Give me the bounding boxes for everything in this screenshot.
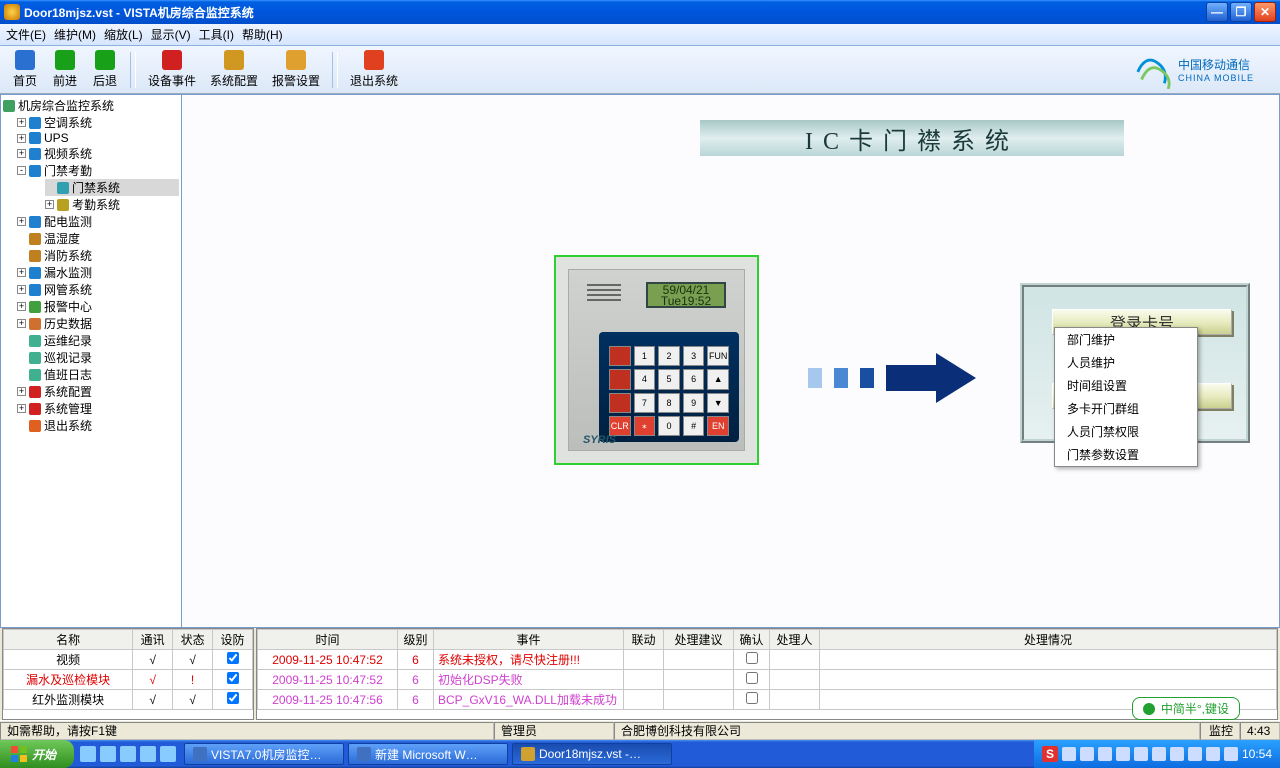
context-menu-item[interactable]: 部门维护: [1055, 328, 1197, 351]
status-company: 合肥博创科技有限公司: [614, 722, 1200, 740]
china-mobile-logo: 中国移动通信 CHINA MOBILE: [1134, 51, 1254, 89]
tree-node[interactable]: 值班日志: [17, 366, 179, 383]
system-tray[interactable]: S 10:54: [1034, 740, 1280, 768]
clock: 10:54: [1242, 747, 1272, 761]
window-titlebar: Door18mjsz.vst - VISTA机房综合监控系统 — ❐ ✕: [0, 0, 1280, 24]
tree-node[interactable]: 门禁系统: [45, 179, 179, 196]
event-log-grid[interactable]: 时间级别事件联动处理建议确认处理人处理情况2009-11-25 10:47:52…: [256, 628, 1278, 720]
tree-node[interactable]: +系统配置: [17, 383, 179, 400]
tree-root[interactable]: 机房综合监控系统: [3, 97, 179, 114]
context-menu-item[interactable]: 时间组设置: [1055, 374, 1197, 397]
status-tail: 4:43: [1240, 722, 1280, 740]
tree-node[interactable]: +空调系统: [17, 114, 179, 131]
app-icon: [4, 4, 20, 20]
menu-item[interactable]: 缩放(L): [104, 26, 143, 43]
content-pane: IC卡门襟系统 59/04/21Tue19:52 123FUN456▲789▼C…: [182, 94, 1280, 628]
taskbar: 开始 VISTA7.0机房监控…新建 Microsoft W…Door18mjs…: [0, 740, 1280, 768]
speaker-icon: [587, 284, 621, 308]
taskbar-item[interactable]: 新建 Microsoft W…: [348, 743, 508, 765]
tree-node[interactable]: 退出系统: [17, 417, 179, 434]
status-mon: 监控: [1200, 722, 1240, 740]
arrow-animation: [808, 353, 976, 403]
tree-node[interactable]: +系统管理: [17, 400, 179, 417]
close-button[interactable]: ✕: [1254, 2, 1276, 22]
minimize-button[interactable]: —: [1206, 2, 1228, 22]
tree-node[interactable]: +视频系统: [17, 145, 179, 162]
tree-node[interactable]: +考勤系统: [45, 196, 179, 213]
menu-item[interactable]: 维护(M): [54, 26, 96, 43]
toolbar-button[interactable]: 退出系统: [344, 48, 404, 92]
tree-node[interactable]: 温湿度: [17, 230, 179, 247]
window-title: Door18mjsz.vst - VISTA机房综合监控系统: [24, 4, 1204, 21]
tree-node[interactable]: +报警中心: [17, 298, 179, 315]
tree-node[interactable]: 巡视记录: [17, 349, 179, 366]
toolbar-button[interactable]: 后退: [86, 48, 124, 92]
toolbar-button[interactable]: 首页: [6, 48, 44, 92]
device-display: 59/04/21Tue19:52: [646, 282, 726, 308]
keypad-brand: SYRIS: [583, 434, 616, 446]
start-button[interactable]: 开始: [0, 740, 74, 768]
taskbar-item[interactable]: VISTA7.0机房监控…: [184, 743, 344, 765]
tree-pane[interactable]: 机房综合监控系统+空调系统+UPS+视频系统-门禁考勤门禁系统+考勤系统+配电监…: [0, 94, 182, 628]
brand-en: CHINA MOBILE: [1178, 73, 1254, 83]
toolbar-button[interactable]: 设备事件: [142, 48, 202, 92]
keypad: 123FUN456▲789▼CLR⁎0#EN: [599, 332, 739, 442]
maximize-button[interactable]: ❐: [1230, 2, 1252, 22]
status-help: 如需帮助，请按F1键: [0, 722, 494, 740]
tree-node[interactable]: -门禁考勤: [17, 162, 179, 179]
toolbar-button[interactable]: 前进: [46, 48, 84, 92]
menu-item[interactable]: 帮助(H): [242, 26, 283, 43]
menu-item[interactable]: 工具(I): [199, 26, 234, 43]
menubar: 文件(E) 维护(M) 缩放(L) 显示(V) 工具(I) 帮助(H): [0, 24, 1280, 46]
ime-indicator[interactable]: 中简半°,键设: [1132, 697, 1240, 720]
context-menu-item[interactable]: 门禁参数设置: [1055, 443, 1197, 466]
device-status-grid[interactable]: 名称通讯状态设防视频√√漏水及巡检模块√!红外监测模块√√: [2, 628, 254, 720]
page-title: IC卡门襟系统: [700, 120, 1124, 156]
context-menu[interactable]: 部门维护人员维护时间组设置多卡开门群组人员门禁权限门禁参数设置: [1054, 327, 1198, 467]
tree-node[interactable]: +网管系统: [17, 281, 179, 298]
menu-item[interactable]: 显示(V): [151, 26, 191, 43]
status-admin: 管理员: [494, 722, 614, 740]
toolbar-button[interactable]: 系统配置: [204, 48, 264, 92]
context-menu-item[interactable]: 人员门禁权限: [1055, 420, 1197, 443]
tree-node[interactable]: 运维纪录: [17, 332, 179, 349]
status-tables: 名称通讯状态设防视频√√漏水及巡检模块√!红外监测模块√√ 时间级别事件联动处理…: [0, 628, 1280, 720]
tree-node[interactable]: +漏水监测: [17, 264, 179, 281]
tree-node[interactable]: +UPS: [17, 131, 179, 145]
statusbar: 如需帮助，请按F1键 管理员 合肥博创科技有限公司 监控 4:43: [0, 720, 1280, 740]
tree-node[interactable]: +历史数据: [17, 315, 179, 332]
taskbar-item[interactable]: Door18mjsz.vst -…: [512, 743, 672, 765]
toolbar: 首页前进后退设备事件系统配置报警设置退出系统 中国移动通信 CHINA MOBI…: [0, 46, 1280, 94]
tree-node[interactable]: +配电监测: [17, 213, 179, 230]
tree-node[interactable]: 消防系统: [17, 247, 179, 264]
device-image: 59/04/21Tue19:52 123FUN456▲789▼CLR⁎0#EN …: [554, 255, 759, 465]
quicklaunch[interactable]: [74, 746, 182, 762]
toolbar-button[interactable]: 报警设置: [266, 48, 326, 92]
menu-item[interactable]: 文件(E): [6, 26, 46, 43]
context-menu-item[interactable]: 人员维护: [1055, 351, 1197, 374]
brand-cn: 中国移动通信: [1178, 56, 1254, 73]
context-menu-item[interactable]: 多卡开门群组: [1055, 397, 1197, 420]
